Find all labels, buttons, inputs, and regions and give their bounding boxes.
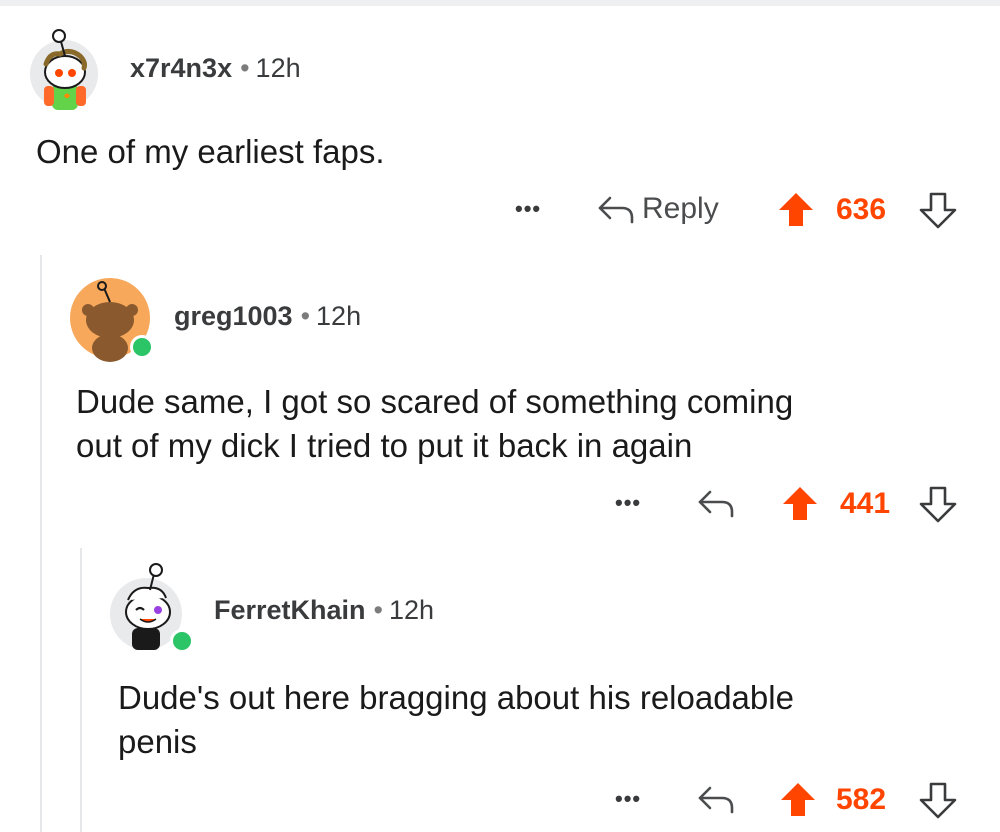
- reply-button[interactable]: [696, 486, 736, 520]
- reply-label: Reply: [642, 192, 719, 225]
- vote-count: 441: [840, 487, 891, 520]
- online-status-dot: [170, 629, 194, 653]
- more-options-button[interactable]: •••: [615, 490, 641, 516]
- comment-body: One of my earliest faps.: [36, 133, 385, 170]
- top-divider: [0, 0, 1000, 6]
- reply-arrow-icon: [698, 490, 734, 518]
- online-status-dot: [130, 335, 154, 359]
- downvote-arrow-icon[interactable]: [918, 484, 958, 524]
- thread-line-level-2[interactable]: [80, 548, 82, 832]
- upvote-arrow-icon[interactable]: [776, 190, 816, 230]
- meta-separator: •: [240, 53, 250, 83]
- reply-button[interactable]: [696, 782, 736, 816]
- upvote-arrow-icon[interactable]: [780, 484, 820, 524]
- timestamp: 12h: [316, 301, 362, 331]
- comment-body: Dude same, I got so scared of something …: [76, 380, 793, 468]
- comment-body-line: penis: [118, 723, 197, 760]
- comment-body: Dude's out here bragging about his reloa…: [118, 676, 794, 764]
- timestamp: 12h: [255, 53, 301, 83]
- reply-arrow-icon: [598, 196, 634, 224]
- reply-button[interactable]: Reply: [596, 192, 719, 226]
- meta-separator: •: [300, 301, 311, 331]
- comment-body-line: Dude's out here bragging about his reloa…: [118, 679, 794, 716]
- username[interactable]: x7r4n3x: [130, 53, 232, 83]
- thread-line-level-1[interactable]: [40, 255, 42, 832]
- comment-meta: x7r4n3x • 12h: [130, 52, 301, 84]
- comment-body-line: out of my dick I tried to put it back in…: [76, 427, 693, 464]
- timestamp: 12h: [389, 595, 435, 625]
- vote-count: 582: [836, 783, 887, 816]
- reply-arrow-icon: [698, 786, 734, 814]
- avatar[interactable]: [30, 29, 98, 110]
- snoo-avatar-dreadlocks-icon: [30, 29, 98, 110]
- avatar[interactable]: [70, 278, 154, 362]
- username[interactable]: FerretKhain: [214, 595, 366, 625]
- vote-count: 636: [836, 193, 887, 226]
- username[interactable]: greg1003: [174, 301, 293, 331]
- more-options-button[interactable]: •••: [615, 786, 641, 812]
- meta-separator: •: [373, 595, 383, 625]
- comment-meta: greg1003 • 12h: [174, 300, 361, 332]
- comment-meta: FerretKhain • 12h: [214, 594, 434, 626]
- more-options-button[interactable]: •••: [515, 196, 541, 222]
- comment-body-line: Dude same, I got so scared of something …: [76, 383, 794, 420]
- avatar[interactable]: [110, 563, 194, 653]
- downvote-arrow-icon[interactable]: [918, 780, 958, 820]
- downvote-arrow-icon[interactable]: [918, 190, 958, 230]
- upvote-arrow-icon[interactable]: [778, 780, 818, 820]
